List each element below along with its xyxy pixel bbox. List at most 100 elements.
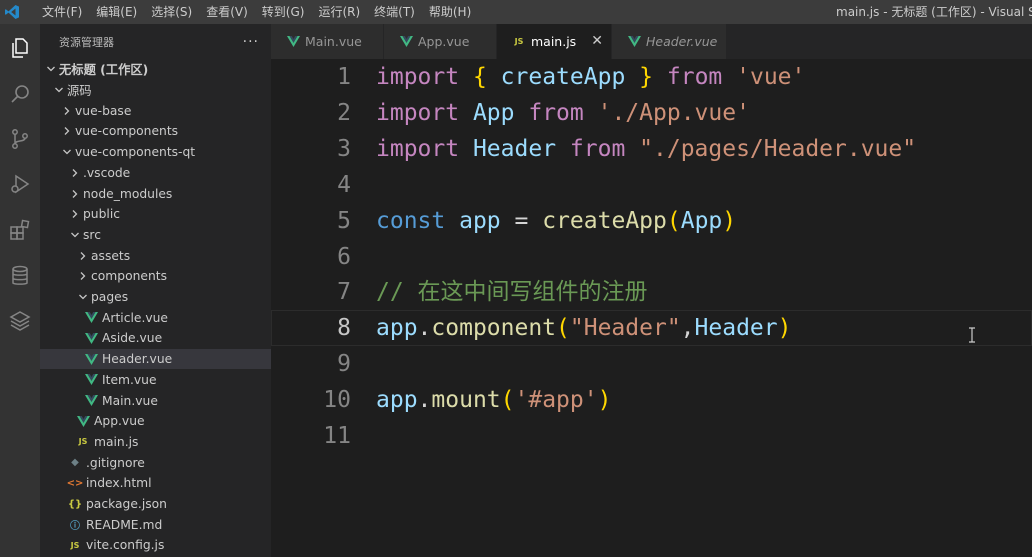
- file-item[interactable]: <> index.html: [40, 473, 298, 494]
- html-file-icon: <>: [66, 477, 84, 489]
- folder-item[interactable]: public: [40, 204, 298, 225]
- tree-item-label: components: [91, 269, 167, 284]
- vue-file-icon: [75, 415, 91, 427]
- folder-item[interactable]: vue-components-qt: [40, 142, 290, 163]
- line-number: 8: [337, 315, 351, 342]
- code-text: import App from './App.vue': [376, 99, 750, 126]
- line-number: 10: [323, 387, 351, 414]
- chevron-down-icon: [43, 64, 59, 74]
- chevron-right-icon: [59, 106, 75, 116]
- js-file-icon: JS: [514, 37, 524, 46]
- file-item[interactable]: JS main.js: [40, 432, 306, 453]
- tree-item-label: README.md: [86, 517, 163, 532]
- file-item[interactable]: App.vue: [40, 411, 306, 432]
- tree-item-label: 源码: [67, 84, 92, 99]
- tree-item-label: vite.config.js: [86, 538, 165, 553]
- tree-item-label: Item.vue: [102, 372, 157, 387]
- line-number: 9: [337, 351, 351, 378]
- run-debug-icon[interactable]: [4, 168, 36, 200]
- menu-run[interactable]: 运行(R): [311, 0, 367, 24]
- menu-edit[interactable]: 编辑(E): [89, 0, 144, 24]
- code-line: 4: [271, 167, 1032, 203]
- git-file-icon: ◆: [71, 457, 79, 469]
- tree-item-label: assets: [91, 248, 131, 263]
- tree-item-label: node_modules: [83, 186, 173, 201]
- search-icon[interactable]: [4, 78, 36, 110]
- tree-item-label: Header.vue: [102, 352, 173, 367]
- file-item[interactable]: JS vite.config.js: [40, 535, 298, 556]
- code-line: 11: [271, 418, 1032, 454]
- tree-item-label: pages: [91, 290, 129, 305]
- tree-item-label: public: [83, 207, 120, 222]
- line-number: 2: [337, 99, 351, 126]
- code-line: 3 import Header from "./pages/Header.vue": [271, 131, 1032, 167]
- tab-header-vue[interactable]: Header.vue: [612, 24, 727, 59]
- line-number: 3: [337, 135, 351, 162]
- chevron-right-icon: [67, 209, 83, 219]
- tab-app-vue[interactable]: App.vue: [384, 24, 497, 59]
- folder-item[interactable]: assets: [40, 245, 306, 266]
- code-text: import Header from "./pages/Header.vue": [376, 135, 917, 162]
- explorer-title: 资源管理器: [59, 35, 114, 49]
- menu-view[interactable]: 查看(V): [199, 0, 255, 24]
- code-line: 9: [271, 346, 1032, 382]
- folder-item[interactable]: src: [40, 225, 298, 246]
- file-item[interactable]: ⓘ README.md: [40, 514, 298, 535]
- file-item[interactable]: {} package.json: [40, 494, 298, 515]
- line-number: 6: [337, 243, 351, 270]
- code-text: // 在这中间写组件的注册: [376, 279, 648, 306]
- js-file-icon: JS: [78, 437, 88, 447]
- chevron-right-icon: [67, 189, 83, 199]
- vscode-logo-icon[interactable]: [0, 0, 24, 24]
- tab-main-vue[interactable]: Main.vue: [271, 24, 384, 59]
- menu-terminal[interactable]: 终端(T): [367, 0, 422, 24]
- menu-help[interactable]: 帮助(H): [422, 0, 478, 24]
- folder-item[interactable]: pages: [40, 287, 306, 308]
- vue-file-icon: [398, 36, 414, 47]
- md-file-icon: ⓘ: [70, 521, 80, 533]
- folder-item[interactable]: components: [40, 266, 306, 287]
- close-icon[interactable]: ✕: [591, 33, 603, 49]
- more-actions-icon[interactable]: ···: [243, 34, 259, 50]
- tree-item-label: index.html: [86, 476, 152, 491]
- folder-item[interactable]: .vscode: [40, 163, 298, 184]
- source-control-icon[interactable]: [4, 123, 36, 155]
- tree-item-label: src: [83, 227, 101, 242]
- database-icon[interactable]: [4, 260, 36, 292]
- js-file-icon: JS: [70, 540, 80, 550]
- code-line: 5 const app = createApp(App): [271, 203, 1032, 239]
- tab-label: main.js: [531, 34, 577, 49]
- code-editor[interactable]: 1 import { createApp } from 'vue' 2 import …: [271, 59, 1032, 557]
- extensions-icon[interactable]: [4, 214, 36, 246]
- tab-label: App.vue: [418, 34, 470, 49]
- chevron-down-icon: [75, 292, 91, 302]
- json-file-icon: {}: [67, 498, 83, 510]
- folder-item[interactable]: vue-base: [40, 100, 290, 121]
- workspace-root[interactable]: 无标题 (工作区): [40, 59, 271, 80]
- code-text: app.component("Header",Header): [376, 315, 792, 342]
- code-line: 7 // 在这中间写组件的注册: [271, 274, 1032, 310]
- menu-go[interactable]: 转到(G): [255, 0, 312, 24]
- tab-main-js[interactable]: JS main.js ✕: [497, 24, 612, 59]
- vue-file-icon: [83, 353, 99, 365]
- files-icon[interactable]: [4, 32, 36, 64]
- file-item[interactable]: ◆ .gitignore: [40, 452, 298, 473]
- code-line: 1 import { createApp } from 'vue': [271, 59, 1032, 95]
- folder-item[interactable]: node_modules: [40, 183, 298, 204]
- tab-label: Header.vue: [646, 34, 718, 49]
- vue-file-icon: [83, 374, 99, 386]
- tree-item-label: .gitignore: [86, 455, 145, 470]
- chevron-down-icon: [67, 230, 83, 240]
- menu-file[interactable]: 文件(F): [35, 0, 89, 24]
- code-line: 2 import App from './App.vue': [271, 95, 1032, 131]
- remote-layers-icon[interactable]: [4, 305, 36, 337]
- code-text: import { createApp } from 'vue': [376, 64, 806, 90]
- menu-selection[interactable]: 选择(S): [144, 0, 199, 24]
- chevron-right-icon: [67, 168, 83, 178]
- folder-item[interactable]: 源码: [40, 80, 282, 101]
- chevron-right-icon: [59, 126, 75, 136]
- code-text: app.mount('#app'): [376, 387, 612, 414]
- folder-item[interactable]: vue-components: [40, 121, 290, 142]
- line-number: 11: [323, 423, 351, 449]
- line-number: 7: [337, 279, 351, 306]
